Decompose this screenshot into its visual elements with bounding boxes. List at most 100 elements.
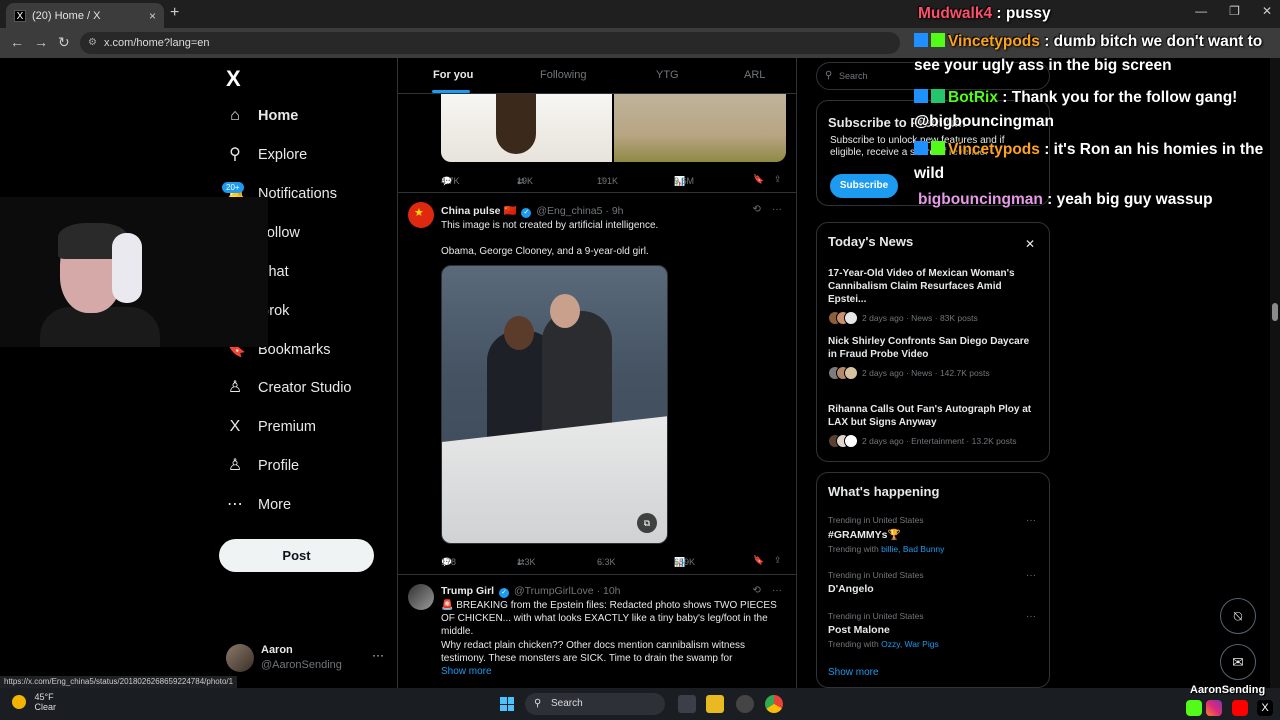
avatar xyxy=(226,644,254,672)
chrome-icon[interactable] xyxy=(765,695,783,713)
grok-icon[interactable]: ⍉ xyxy=(1220,598,1256,634)
weather-widget[interactable]: 45°F Clear xyxy=(12,692,56,712)
messages-icon[interactable]: ✉ xyxy=(1220,644,1256,680)
settings-icon[interactable] xyxy=(736,695,754,713)
share-icon[interactable]: ⇪ xyxy=(774,174,782,185)
previous-tweet-media[interactable] xyxy=(441,94,786,162)
subscribe-button[interactable]: Subscribe xyxy=(830,174,898,198)
media-edit-icon[interactable]: ⧉ xyxy=(637,513,657,533)
whats-happening-title: What's happening xyxy=(828,484,940,499)
tab-following[interactable]: Following xyxy=(540,69,586,81)
more-icon[interactable]: ··· xyxy=(1026,570,1036,581)
sidebar-item-more[interactable]: ⋯ More xyxy=(226,496,291,514)
chat-message: Vincetypods : dumb bitch we don't want t… xyxy=(914,30,1264,78)
home-icon: ⌂ xyxy=(230,107,240,124)
scrollbar-thumb[interactable] xyxy=(1272,303,1278,321)
page-scrollbar[interactable] xyxy=(1270,58,1280,688)
weather-condition: Clear xyxy=(34,702,57,712)
tweet-text-line1: This image is not created by artificial … xyxy=(441,220,659,231)
show-more-link[interactable]: Show more xyxy=(441,666,492,677)
site-info-icon[interactable]: ⚙ xyxy=(88,32,97,54)
webcam-overlay xyxy=(0,197,268,347)
trend-item[interactable]: Trending in United States #GRAMMYs🏆 Trendi… xyxy=(828,515,1040,554)
more-icon[interactable]: ··· xyxy=(772,585,782,596)
browser-tab[interactable]: X (20) Home / X × xyxy=(6,3,164,28)
file-explorer-icon[interactable] xyxy=(706,695,724,713)
x-icon: X xyxy=(1257,700,1273,716)
tweet-author-avatar[interactable] xyxy=(408,584,434,610)
post-button[interactable]: Post xyxy=(219,539,374,572)
grok-icon[interactable]: ⟲ xyxy=(752,585,760,596)
news-item[interactable]: Rihanna Calls Out Fan's Autograph Ploy a… xyxy=(828,403,1040,448)
tweet-actions: 💬 4.7K ⇄ 19K ♡ 191K 📊 9.6M 🔖 ⇪ xyxy=(441,174,782,186)
trend-context: Trending in United States xyxy=(828,570,924,580)
close-icon[interactable]: ✕ xyxy=(1025,237,1035,251)
timeline-tabs: For you Following YTG ARL xyxy=(398,58,796,94)
china-flag-icon: 🇨🇳 xyxy=(503,205,517,217)
show-more-link[interactable]: Show more xyxy=(828,667,879,678)
sidebar-item-explore[interactable]: ⚲ Explore xyxy=(226,146,307,164)
share-icon[interactable]: ⇪ xyxy=(774,555,782,566)
more-icon[interactable]: ··· xyxy=(1026,515,1036,526)
news-avatars xyxy=(828,366,858,380)
bookmark-icon[interactable]: 🔖 xyxy=(753,555,764,566)
search-placeholder: Search xyxy=(839,71,868,81)
grok-icon[interactable]: ⟲ xyxy=(752,204,760,215)
trend-item[interactable]: Trending in United States Post Malone Tren… xyxy=(828,611,1040,649)
todays-news-card: Today's News ✕ 17-Year-Old Video of Mexi… xyxy=(816,222,1050,462)
tab-ytg[interactable]: YTG xyxy=(656,69,679,81)
more-icon[interactable]: ··· xyxy=(1026,611,1036,622)
sidebar-item-label: Notifications xyxy=(258,186,337,202)
weather-temp: 45°F xyxy=(34,692,54,702)
trend-related-links[interactable]: Ozzy, War Pigs xyxy=(881,639,939,649)
sidebar-item-label: Premium xyxy=(258,419,317,435)
more-icon[interactable]: ··· xyxy=(772,204,782,215)
tweet-photo[interactable]: ⧉ xyxy=(441,265,668,544)
trend-item[interactable]: Trending in United States D'Angelo ··· xyxy=(828,570,1040,595)
sidebar-item-creator-studio[interactable]: ♙ Creator Studio xyxy=(226,379,352,397)
task-view-icon[interactable] xyxy=(678,695,696,713)
tweet-author-handle[interactable]: @TrumpGirlLove xyxy=(514,585,594,597)
notifications-badge: 20+ xyxy=(222,182,244,193)
tab-arl[interactable]: ARL xyxy=(744,69,765,81)
news-item[interactable]: 17-Year-Old Video of Mexican Woman's Can… xyxy=(828,267,1040,325)
forward-icon[interactable]: → xyxy=(34,34,48,50)
trend-name: D'Angelo xyxy=(828,583,874,595)
news-meta: 2 days ago · News · 83K posts xyxy=(862,313,978,323)
verified-icon: ✓ xyxy=(499,588,510,598)
moon-icon xyxy=(12,695,26,709)
taskbar-search[interactable]: ⚲ Search xyxy=(525,693,665,715)
chat-username: Vincetypods xyxy=(948,141,1040,159)
tweet-author-handle[interactable]: @Eng_china5 xyxy=(536,205,602,217)
youtube-icon xyxy=(1232,700,1248,716)
tweet-author-avatar[interactable] xyxy=(408,202,434,228)
trend-related-links[interactable]: billie, Bad Bunny xyxy=(881,544,944,554)
sidebar-item-premium[interactable]: X Premium xyxy=(226,418,316,436)
news-item[interactable]: Nick Shirley Confronts San Diego Daycare… xyxy=(828,335,1040,380)
x-logo-icon[interactable]: X xyxy=(226,66,241,92)
back-icon[interactable]: ← xyxy=(10,34,24,50)
url-field[interactable]: ⚙ x.com/home?lang=en xyxy=(80,32,900,54)
account-switcher[interactable]: Aaron @AaronSending ··· xyxy=(226,642,386,674)
tweet-author-name[interactable]: Trump Girl xyxy=(441,585,494,597)
more-icon[interactable]: ··· xyxy=(372,648,384,662)
windows-start-icon[interactable] xyxy=(500,697,514,711)
tweet-time[interactable]: · 9h xyxy=(605,205,623,217)
tweet-author-name[interactable]: China pulse xyxy=(441,205,501,217)
sidebar-item-label: More xyxy=(258,497,292,513)
account-handle: @AaronSending xyxy=(261,659,342,671)
sidebar-item-profile[interactable]: ♙ Profile xyxy=(226,457,299,475)
search-icon: ⚲ xyxy=(229,146,241,163)
instagram-icon xyxy=(1206,700,1222,716)
trend-name: Post Malone xyxy=(828,624,890,636)
sidebar-item-home[interactable]: ⌂ Home xyxy=(226,107,298,125)
trend-context: Trending in United States xyxy=(828,515,924,525)
bookmark-icon[interactable]: 🔖 xyxy=(753,174,764,185)
tweet-text-line1: 🚨 BREAKING from the Epstein files: Redac… xyxy=(441,600,777,637)
tweet-time[interactable]: · 10h xyxy=(597,585,621,597)
tab-for-you[interactable]: For you xyxy=(433,69,473,81)
new-tab-button[interactable]: + xyxy=(170,4,179,22)
tab-close-icon[interactable]: × xyxy=(149,9,156,23)
verified-icon: ✓ xyxy=(521,208,532,218)
reload-icon[interactable]: ↻ xyxy=(58,34,70,51)
